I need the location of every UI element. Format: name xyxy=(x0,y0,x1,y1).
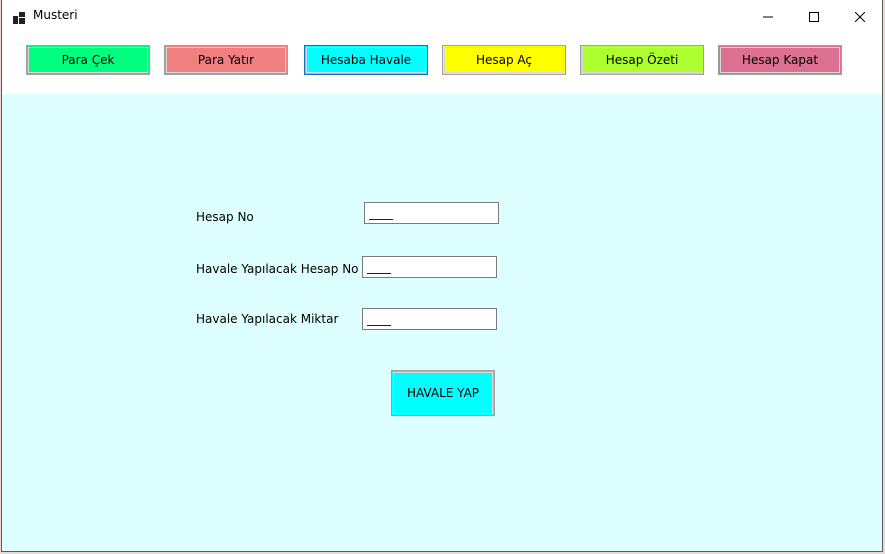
title-bar: Musteri xyxy=(2,0,882,32)
maximize-button[interactable] xyxy=(791,0,837,32)
hesap-ozeti-button[interactable]: Hesap Özeti xyxy=(580,45,704,75)
minimize-icon xyxy=(763,7,773,26)
nav-toolbar: Para Çek Para Yatır Hesaba Havale Hesap … xyxy=(2,32,882,94)
para-cek-button[interactable]: Para Çek xyxy=(26,45,150,75)
target-account-no-input[interactable] xyxy=(362,256,497,278)
hesap-ac-label: Hesap Aç xyxy=(475,53,533,67)
hesaba-havale-button[interactable]: Hesaba Havale xyxy=(304,45,428,75)
close-button[interactable] xyxy=(837,0,882,32)
close-icon xyxy=(854,7,866,26)
app-window: Musteri Para Çek Para Yatır Hesaba Haval… xyxy=(1,0,883,552)
hesap-kapat-button[interactable]: Hesap Kapat xyxy=(718,45,842,75)
para-yatir-button[interactable]: Para Yatır xyxy=(164,45,288,75)
hesap-kapat-label: Hesap Kapat xyxy=(741,53,819,67)
account-no-input[interactable] xyxy=(364,202,499,224)
account-no-label: Hesap No xyxy=(196,210,254,224)
para-yatir-label: Para Yatır xyxy=(197,53,255,67)
target-account-no-label: Havale Yapılacak Hesap No xyxy=(196,262,359,276)
maximize-icon xyxy=(809,7,819,26)
amount-label: Havale Yapılacak Miktar xyxy=(196,312,339,326)
transfer-form-panel: Hesap No Havale Yapılacak Hesap No Haval… xyxy=(2,94,882,551)
havale-yap-button[interactable]: HAVALE YAP xyxy=(391,370,495,416)
para-cek-label: Para Çek xyxy=(61,53,115,67)
hesaba-havale-label: Hesaba Havale xyxy=(320,53,412,67)
minimize-button[interactable] xyxy=(745,0,791,32)
hesap-ac-button[interactable]: Hesap Aç xyxy=(442,45,566,75)
window-title: Musteri xyxy=(33,8,78,22)
havale-yap-label: HAVALE YAP xyxy=(406,386,480,400)
form-app-icon xyxy=(13,9,25,24)
hesap-ozeti-label: Hesap Özeti xyxy=(605,53,679,67)
amount-input[interactable] xyxy=(362,308,497,330)
